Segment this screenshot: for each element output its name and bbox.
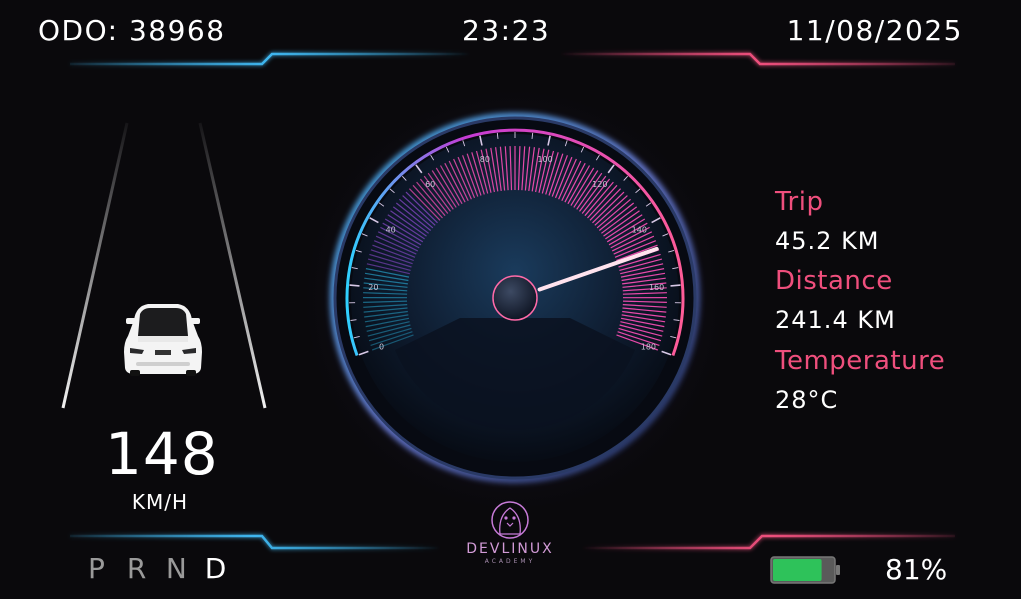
gear-selector: P R N D (88, 552, 235, 585)
gauge-tick-label: 140 (632, 225, 647, 234)
gauge-tick-label: 20 (368, 283, 378, 292)
battery-percent: 81% (885, 553, 948, 586)
distance-value: 241.4 KM (775, 306, 896, 334)
car-icon (124, 304, 202, 376)
gauge-major-tick (349, 284, 360, 287)
speedometer-gauge: 0 20 40 60 80 100 120 140 160 180 (300, 80, 735, 520)
clock-time: 23:23 (462, 14, 551, 47)
gauge-tick-label: 40 (386, 225, 396, 234)
gauge-tick-label: 0 (379, 343, 384, 352)
date-display: 11/08/2025 (786, 14, 963, 47)
penguin-logo-icon (491, 501, 529, 539)
battery-icon (770, 556, 840, 584)
gauge-tick-label: 100 (537, 155, 552, 164)
trip-value: 45.2 KM (775, 227, 880, 255)
temperature-label: Temperature (775, 346, 946, 376)
gear-d: D (204, 552, 227, 585)
gauge-tick-label: 60 (425, 180, 435, 189)
gauge-tick-label: 160 (649, 283, 664, 292)
logo-name: DEVLINUX (466, 541, 554, 557)
temperature-value: 28°C (775, 386, 839, 414)
trip-label: Trip (775, 187, 824, 217)
speed-value: 148 (105, 420, 219, 488)
gear-p: P (88, 552, 105, 585)
logo-subtitle: ACADEMY (484, 558, 536, 565)
needle-hub (492, 275, 538, 321)
gauge-tick-label: 120 (592, 180, 607, 189)
distance-label: Distance (775, 266, 893, 296)
gauge-tick-label: 180 (641, 343, 656, 352)
odometer-readout: ODO: 38968 (38, 14, 226, 47)
devlinux-logo: DEVLINUX ACADEMY (440, 500, 580, 570)
gear-r: R (126, 552, 147, 585)
gear-n: N (165, 552, 187, 585)
battery-fill (773, 559, 822, 581)
gauge-major-tick (670, 284, 681, 287)
speed-unit: KM/H (131, 490, 189, 514)
gauge-tick-label: 80 (480, 155, 490, 164)
